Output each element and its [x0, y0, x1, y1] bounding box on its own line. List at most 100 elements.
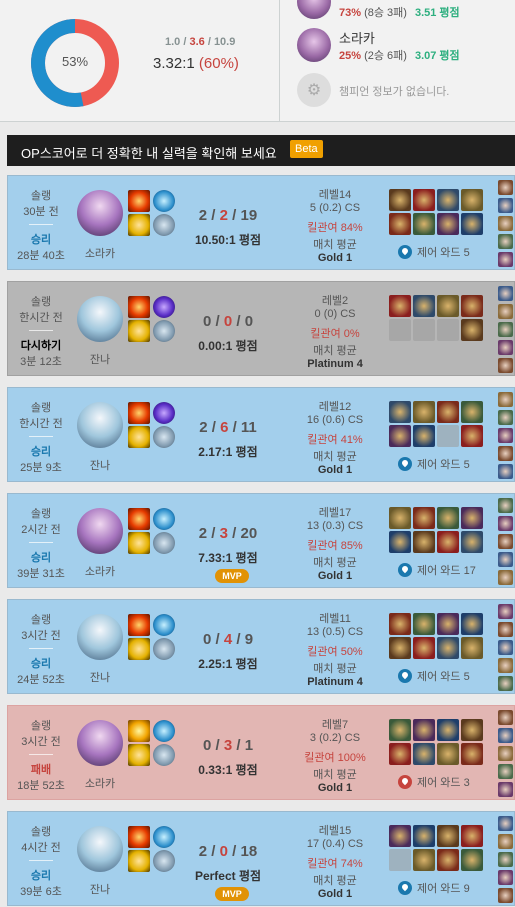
- item-icon[interactable]: [437, 637, 459, 659]
- secondary-rune-icon[interactable]: [153, 214, 175, 236]
- item-icon[interactable]: [413, 825, 435, 847]
- participant-champion-icon[interactable]: [498, 834, 513, 849]
- participant-champion-icon[interactable]: [498, 410, 513, 425]
- item-icon[interactable]: [437, 213, 459, 235]
- secondary-rune-icon[interactable]: [153, 532, 175, 554]
- item-icon[interactable]: [413, 743, 435, 765]
- secondary-rune-icon[interactable]: [153, 638, 175, 660]
- item-icon[interactable]: [437, 849, 459, 871]
- secondary-rune-icon[interactable]: [153, 744, 175, 766]
- item-icon[interactable]: [461, 719, 483, 741]
- summoner-spell-icon[interactable]: [128, 720, 150, 742]
- participant-champion-icon[interactable]: [498, 180, 513, 195]
- summoner-spell-icon[interactable]: [128, 614, 150, 636]
- item-icon[interactable]: [413, 189, 435, 211]
- summoner-spell-icon[interactable]: [128, 744, 150, 766]
- match-row[interactable]: 솔랭 한시간 전 승리 25분 9초 잔나 2 / 6 / 11 2.17:1 …: [7, 387, 515, 482]
- participant-champion-icon[interactable]: [498, 676, 513, 691]
- participant-champion-icon[interactable]: [498, 322, 513, 337]
- champion-stat-row[interactable]: 소라카 25% (2승 6패) 3.07 평점: [297, 28, 507, 62]
- participant-champion-icon[interactable]: [498, 304, 513, 319]
- participant-champion-icon[interactable]: [498, 870, 513, 885]
- match-row[interactable]: 솔랭 30분 전 승리 28분 40초 소라카 2 / 2 / 19 10.50…: [7, 175, 515, 270]
- item-icon[interactable]: [437, 401, 459, 423]
- participant-champion-icon[interactable]: [498, 746, 513, 761]
- participant-champion-icon[interactable]: [498, 464, 513, 479]
- keystone-rune-icon[interactable]: [153, 402, 175, 424]
- participant-champion-icon[interactable]: [498, 286, 513, 301]
- item-icon[interactable]: [413, 319, 435, 341]
- champion-name[interactable]: 잔나: [74, 457, 126, 473]
- summoner-spell-icon[interactable]: [128, 402, 150, 424]
- trinket-icon[interactable]: [461, 637, 483, 659]
- participant-champion-icon[interactable]: [498, 604, 513, 619]
- participant-champion-icon[interactable]: [498, 552, 513, 567]
- participant-champion-icon[interactable]: [498, 852, 513, 867]
- champion-name[interactable]: 소라카: [74, 775, 126, 791]
- keystone-rune-icon[interactable]: [153, 826, 175, 848]
- item-icon[interactable]: [437, 825, 459, 847]
- trinket-icon[interactable]: [461, 743, 483, 765]
- item-icon[interactable]: [437, 743, 459, 765]
- item-icon[interactable]: [413, 613, 435, 635]
- participant-champion-icon[interactable]: [498, 782, 513, 797]
- participant-champion-icon[interactable]: [498, 888, 513, 903]
- participant-champion-icon[interactable]: [498, 340, 513, 355]
- trinket-icon[interactable]: [461, 319, 483, 341]
- item-icon[interactable]: [389, 507, 411, 529]
- item-icon[interactable]: [437, 719, 459, 741]
- participant-champion-icon[interactable]: [498, 234, 513, 249]
- item-icon[interactable]: [461, 507, 483, 529]
- champion-portrait[interactable]: [77, 402, 123, 448]
- item-icon[interactable]: [461, 825, 483, 847]
- participant-champion-icon[interactable]: [498, 198, 513, 213]
- item-icon[interactable]: [389, 295, 411, 317]
- item-icon[interactable]: [437, 507, 459, 529]
- champion-portrait[interactable]: [77, 296, 123, 342]
- champion-portrait[interactable]: [77, 720, 123, 766]
- summoner-spell-icon[interactable]: [128, 508, 150, 530]
- participant-champion-icon[interactable]: [498, 816, 513, 831]
- item-icon[interactable]: [389, 319, 411, 341]
- summoner-spell-icon[interactable]: [128, 532, 150, 554]
- champion-name[interactable]: 잔나: [74, 351, 126, 367]
- participant-champion-icon[interactable]: [498, 570, 513, 585]
- participant-champion-icon[interactable]: [498, 498, 513, 513]
- item-icon[interactable]: [413, 213, 435, 235]
- item-icon[interactable]: [389, 425, 411, 447]
- item-icon[interactable]: [413, 295, 435, 317]
- item-icon[interactable]: [437, 613, 459, 635]
- participant-champion-icon[interactable]: [498, 252, 513, 267]
- opscore-banner[interactable]: OP스코어로 더 정확한 내 실력을 확인해 보세요 Beta: [7, 135, 515, 166]
- item-icon[interactable]: [413, 425, 435, 447]
- participant-champion-icon[interactable]: [498, 764, 513, 779]
- participant-champion-icon[interactable]: [498, 728, 513, 743]
- participant-champion-icon[interactable]: [498, 446, 513, 461]
- summoner-spell-icon[interactable]: [128, 638, 150, 660]
- item-icon[interactable]: [389, 743, 411, 765]
- trinket-icon[interactable]: [461, 425, 483, 447]
- champion-name[interactable]: 소라카: [74, 563, 126, 579]
- summoner-spell-icon[interactable]: [128, 426, 150, 448]
- match-row[interactable]: 솔랭 4시간 전 승리 39분 6초 잔나 2 / 0 / 18 Perfect…: [7, 811, 515, 906]
- match-row[interactable]: 솔랭 3시간 전 패배 18분 52초 소라카 0 / 3 / 1 0.33:1…: [7, 705, 515, 800]
- participant-champion-icon[interactable]: [498, 710, 513, 725]
- item-icon[interactable]: [461, 401, 483, 423]
- match-row[interactable]: 솔랭 한시간 전 다시하기 3분 12초 잔나 0 / 0 / 0 0.00:1…: [7, 281, 515, 376]
- summoner-spell-icon[interactable]: [128, 296, 150, 318]
- summoner-spell-icon[interactable]: [128, 214, 150, 236]
- participant-champion-icon[interactable]: [498, 622, 513, 637]
- item-icon[interactable]: [437, 319, 459, 341]
- item-icon[interactable]: [461, 189, 483, 211]
- participant-champion-icon[interactable]: [498, 516, 513, 531]
- participant-champion-icon[interactable]: [498, 658, 513, 673]
- champion-name[interactable]: 소라카: [74, 245, 126, 261]
- item-icon[interactable]: [389, 719, 411, 741]
- keystone-rune-icon[interactable]: [153, 190, 175, 212]
- item-icon[interactable]: [413, 401, 435, 423]
- champion-name[interactable]: 잔나: [74, 881, 126, 897]
- item-icon[interactable]: [413, 531, 435, 553]
- match-row[interactable]: 솔랭 3시간 전 승리 24분 52초 잔나 0 / 4 / 9 2.25:1 …: [7, 599, 515, 694]
- item-icon[interactable]: [389, 637, 411, 659]
- trinket-icon[interactable]: [461, 531, 483, 553]
